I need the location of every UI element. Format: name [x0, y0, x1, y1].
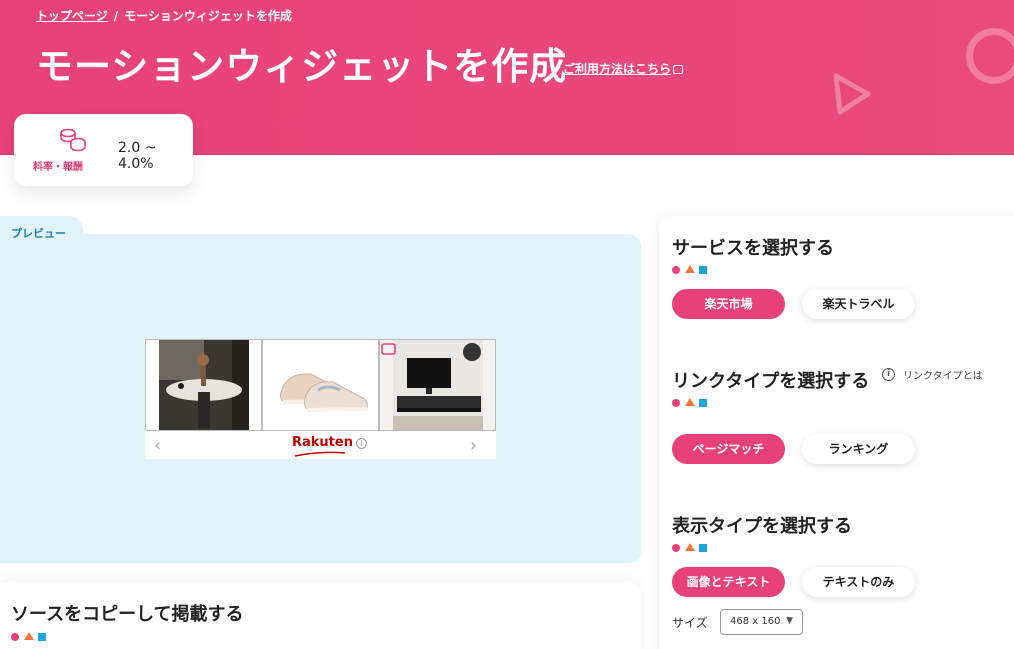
rate-value: 2.0 ~ 4.0%	[118, 140, 157, 172]
help-link-label: ご利用方法はこちら	[563, 62, 672, 76]
size-select[interactable]: 468 x 160 ▼	[720, 609, 803, 635]
coffee-table-image	[146, 340, 261, 430]
dot-shape-icon	[672, 399, 680, 407]
triangle-shape-icon	[24, 632, 34, 640]
chevron-down-icon: ▼	[786, 616, 793, 626]
size-select-value: 468 x 160	[730, 616, 781, 627]
decorative-shapes	[11, 632, 51, 642]
decorative-triangle	[833, 73, 871, 115]
square-shape-icon	[699, 544, 707, 552]
help-link[interactable]: ご利用方法はこちら	[563, 60, 684, 77]
link-type-info-link[interactable]: リンクタイプとは	[903, 367, 983, 382]
square-shape-icon	[699, 399, 707, 407]
next-arrow-icon[interactable]: ›	[470, 435, 477, 456]
decorative-circle	[966, 28, 1014, 84]
page-title: モーションウィジェットを作成	[36, 45, 568, 88]
rate-card: 料率・報酬 2.0 ~ 4.0%	[14, 114, 193, 186]
breadcrumb-current: モーションウィジェットを作成	[124, 9, 292, 23]
tv-stand-image	[380, 340, 495, 430]
link-type-section-title: リンクタイプを選択する	[672, 371, 870, 392]
preview-label: プレビュー	[11, 227, 66, 240]
product-thumb-sneakers[interactable]	[262, 339, 379, 431]
size-label: サイズ	[672, 616, 708, 630]
product-thumb-table[interactable]	[145, 339, 262, 431]
external-link-icon	[673, 65, 684, 74]
info-icon[interactable]: i	[882, 368, 895, 381]
service-option-ichiba[interactable]: 楽天市場	[672, 289, 785, 319]
widget-info-icon[interactable]: i	[356, 438, 367, 449]
square-shape-icon	[699, 266, 707, 274]
rate-label: 料率・報酬	[33, 162, 83, 173]
dot-shape-icon	[672, 266, 680, 274]
dot-shape-icon	[672, 544, 680, 552]
triangle-shape-icon	[685, 265, 695, 273]
link-type-option-ranking[interactable]: ランキング	[802, 434, 915, 464]
dot-shape-icon	[11, 633, 19, 641]
triangle-shape-icon	[685, 543, 695, 551]
prev-arrow-icon[interactable]: ‹	[154, 435, 161, 456]
rakuten-logo-swoosh	[294, 451, 346, 457]
decorative-shapes	[672, 398, 712, 408]
triangle-shape-icon	[685, 398, 695, 406]
sneakers-image	[263, 340, 378, 430]
link-type-option-page-match[interactable]: ページマッチ	[672, 434, 785, 464]
service-section-title: サービスを選択する	[672, 238, 834, 259]
square-shape-icon	[38, 633, 46, 641]
copy-source-title: ソースをコピーして掲載する	[11, 604, 244, 625]
display-type-section-title: 表示タイプを選択する	[672, 516, 852, 537]
product-thumb-tv-stand[interactable]	[379, 339, 496, 431]
service-option-travel[interactable]: 楽天トラベル	[802, 289, 915, 319]
rakuten-logo: Rakuten	[292, 435, 353, 450]
decorative-shapes	[672, 543, 712, 553]
breadcrumb-separator: /	[113, 9, 119, 23]
breadcrumb: トップページ / モーションウィジェットを作成	[36, 7, 292, 24]
motion-widget-preview: ‹ › Rakuten i	[145, 339, 496, 459]
decorative-shapes	[672, 265, 712, 275]
display-type-option-text-only[interactable]: テキストのみ	[802, 567, 915, 597]
coins-icon	[60, 128, 86, 152]
breadcrumb-home-link[interactable]: トップページ	[36, 9, 108, 23]
display-type-option-image-text[interactable]: 画像とテキスト	[672, 567, 785, 597]
